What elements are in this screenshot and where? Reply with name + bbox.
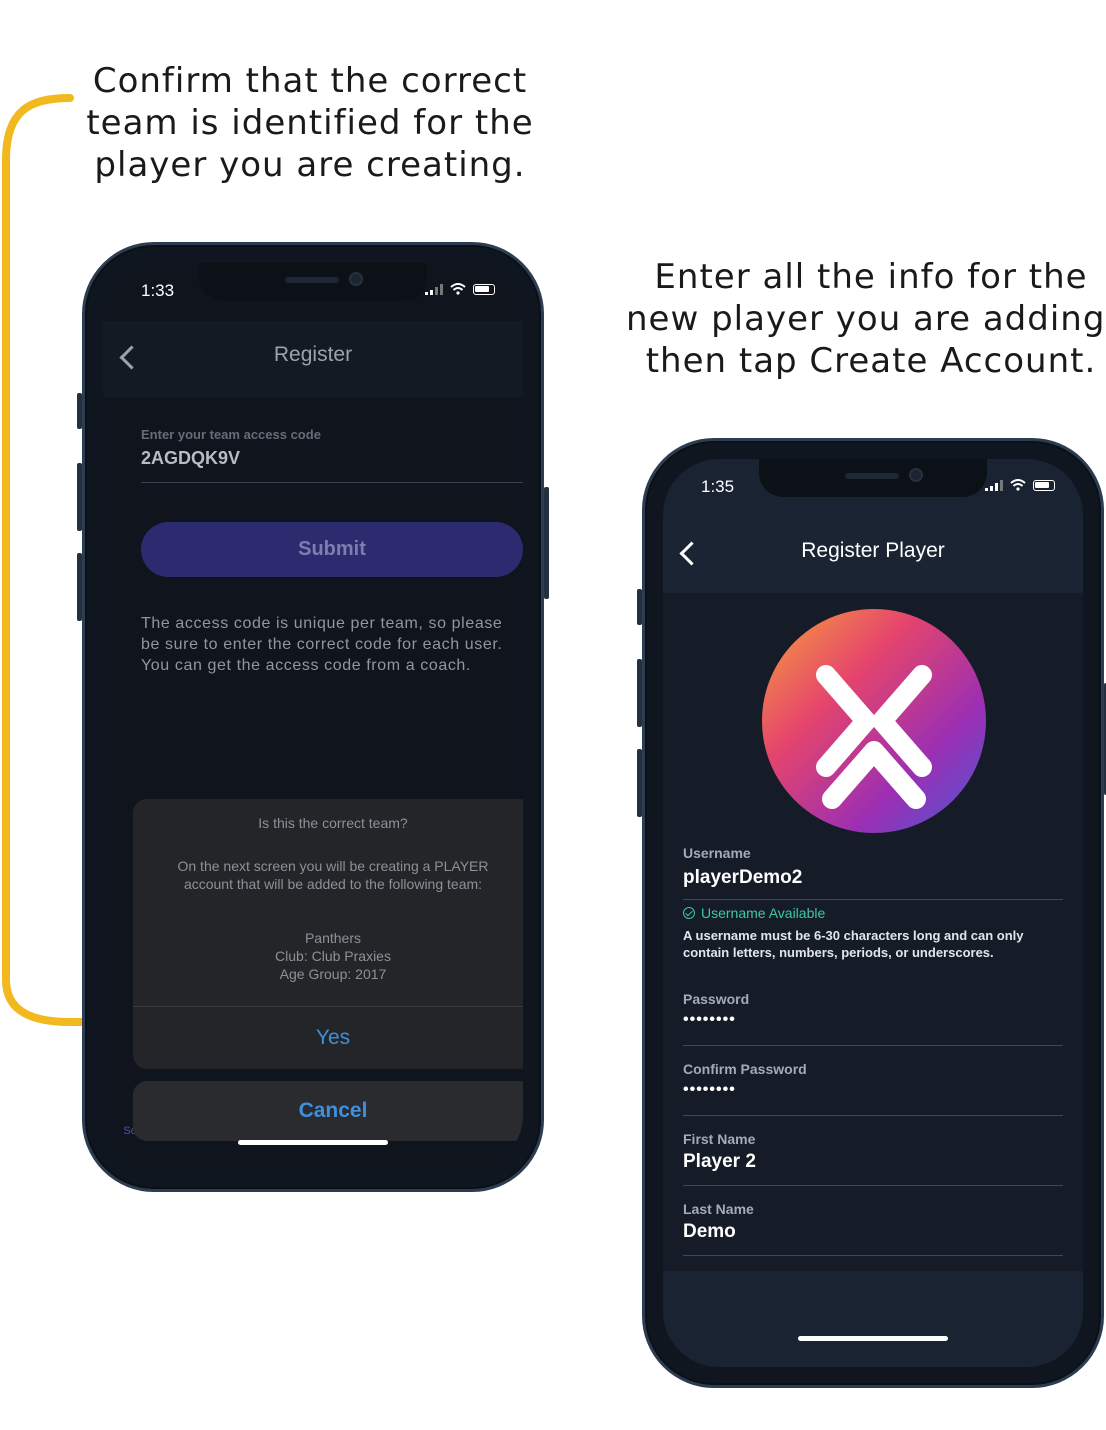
mute-switch [637, 589, 642, 625]
access-code-input[interactable]: 2AGDQK9V [141, 448, 240, 469]
last-name-label: Last Name [683, 1201, 754, 1217]
home-indicator[interactable] [798, 1336, 948, 1341]
dialog-team-info: Panthers Club: Club Praxies Age Group: 2… [133, 929, 523, 983]
input-underline [141, 482, 523, 483]
x-arrows-logo-icon [762, 609, 986, 833]
confirm-team-dialog: Is this the correct team? On the next sc… [133, 799, 523, 1069]
team-name: Panthers [304, 930, 362, 946]
footer-area [663, 1271, 1083, 1367]
dialog-message: On the next screen you will be creating … [177, 858, 489, 892]
phone-register-player: 1:35 Register Player Username playerDemo… [637, 438, 1106, 1388]
status-icons [425, 283, 495, 295]
camera-icon [349, 272, 363, 286]
username-status: Username Available [683, 905, 825, 921]
username-label: Username [683, 845, 751, 861]
notch [199, 263, 427, 301]
nav-header: Register Player [663, 517, 1083, 593]
input-underline [683, 1185, 1063, 1186]
power-button [544, 487, 549, 599]
phone-register-team: 1:33 Register Enter your team access cod… [77, 242, 549, 1192]
first-name-label: First Name [683, 1131, 756, 1147]
password-input[interactable]: •••••••• [683, 1011, 736, 1029]
speaker-icon [285, 277, 339, 283]
battery-icon [1033, 480, 1055, 491]
username-status-text: Username Available [701, 905, 826, 921]
camera-icon [909, 468, 923, 482]
volume-up-button [77, 463, 82, 531]
home-indicator[interactable] [238, 1140, 388, 1145]
password-label: Password [683, 991, 750, 1007]
notch [759, 459, 987, 497]
battery-icon [473, 284, 495, 295]
register-form: Username playerDemo2 Username Available … [663, 593, 1083, 1271]
confirm-password-input[interactable]: •••••••• [683, 1081, 736, 1099]
status-time: 1:33 [141, 281, 175, 300]
dialog-title: Is this the correct team? [258, 815, 408, 831]
confirm-password-label: Confirm Password [683, 1061, 807, 1077]
screen: 1:33 Register Enter your team access cod… [103, 263, 523, 1171]
last-name-input[interactable]: Demo [683, 1221, 736, 1243]
access-code-help-text: The access code is unique per team, so p… [141, 615, 503, 674]
volume-up-button [637, 659, 642, 727]
team-club: Club: Club Praxies [275, 948, 391, 964]
screen: 1:35 Register Player Username playerDemo… [663, 459, 1083, 1367]
volume-down-button [637, 749, 642, 817]
wifi-icon [1010, 479, 1026, 491]
input-underline [683, 1045, 1063, 1046]
speaker-icon [845, 473, 899, 479]
submit-button[interactable]: Submit [141, 522, 523, 577]
status-time: 1:35 [701, 477, 735, 496]
input-underline [683, 1115, 1063, 1116]
username-input[interactable]: playerDemo2 [683, 867, 802, 889]
username-rules-text: A username must be 6-30 characters long … [683, 928, 1024, 960]
input-underline [683, 1255, 1063, 1256]
page-title: Register [273, 343, 353, 366]
wifi-icon [450, 283, 466, 295]
check-circle-icon [683, 907, 695, 919]
status-icons [985, 479, 1055, 491]
volume-down-button [77, 553, 82, 621]
page-title: Register Player [801, 539, 945, 562]
cancel-button[interactable]: Cancel [133, 1081, 523, 1141]
input-underline [683, 899, 1063, 900]
yes-button[interactable]: Yes [133, 1007, 523, 1069]
first-name-input[interactable]: Player 2 [683, 1151, 756, 1173]
access-code-label: Enter your team access code [141, 427, 321, 442]
nav-header: Register [103, 321, 523, 397]
signal-icon [985, 480, 1003, 491]
signal-icon [425, 284, 443, 295]
team-age-group: Age Group: 2017 [279, 966, 387, 982]
mute-switch [77, 393, 82, 429]
